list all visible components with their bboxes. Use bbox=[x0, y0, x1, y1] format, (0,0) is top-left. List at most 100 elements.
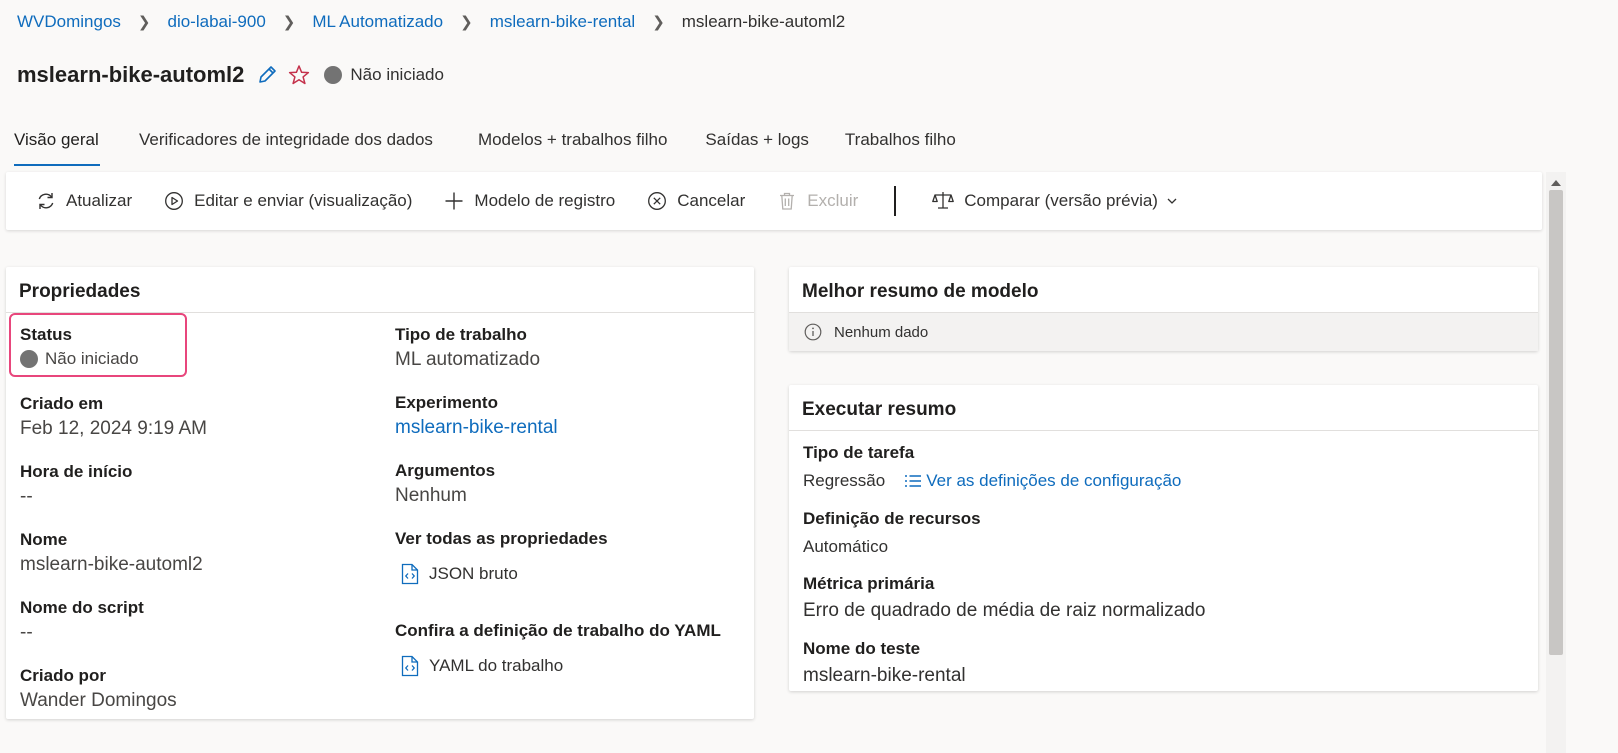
job-yaml-label: YAML do trabalho bbox=[429, 656, 564, 675]
experiment-name-field: Nome do teste mslearn-bike-rental bbox=[803, 639, 966, 687]
tab-outputs-logs[interactable]: Saídas + logs bbox=[705, 130, 809, 166]
experiment-link[interactable]: mslearn-bike-rental bbox=[395, 417, 558, 439]
task-type-value: Regressão bbox=[803, 471, 886, 490]
all-properties-field: Ver todas as propriedades JSON bruto bbox=[395, 529, 608, 585]
favorite-star-icon[interactable] bbox=[288, 64, 310, 86]
created-by-value: Wander Domingos bbox=[20, 690, 177, 711]
breadcrumb-automl[interactable]: ML Automatizado bbox=[312, 12, 443, 32]
compare-button[interactable]: Comparar (versão prévia) bbox=[932, 191, 1178, 211]
script-name-label: Nome do script bbox=[20, 598, 144, 617]
scrollbar-thumb[interactable] bbox=[1549, 190, 1563, 655]
info-icon bbox=[804, 323, 822, 341]
primary-metric-value: Erro de quadrado de média de raiz normal… bbox=[803, 600, 1206, 621]
resource-field: Definição de recursos Automático bbox=[803, 509, 981, 557]
breadcrumb: WVDomingos ❯ dio-labai-900 ❯ ML Automati… bbox=[17, 11, 845, 33]
arguments-value: Nenhum bbox=[395, 485, 467, 506]
breadcrumb-workspace[interactable]: WVDomingos bbox=[17, 12, 121, 32]
arguments-field: Argumentos Nenhum bbox=[395, 461, 495, 507]
command-bar: Atualizar Editar e enviar (visualização)… bbox=[6, 172, 1542, 230]
start-time-field: Hora de início -- bbox=[20, 462, 132, 508]
experiment-name-value: mslearn-bike-rental bbox=[803, 665, 966, 686]
job-type-value: ML automatizado bbox=[395, 349, 541, 370]
created-field: Criado em Feb 12, 2024 9:19 AM bbox=[20, 394, 207, 440]
plus-icon bbox=[445, 192, 463, 210]
experiment-label: Experimento bbox=[395, 393, 498, 412]
cancel-button[interactable]: Cancelar bbox=[647, 191, 745, 211]
status-dot-icon bbox=[324, 66, 343, 84]
view-config-label: Ver as definições de configuração bbox=[926, 471, 1182, 490]
delete-button[interactable]: Excluir bbox=[777, 191, 858, 211]
status-highlight-box bbox=[9, 313, 187, 377]
run-summary-title: Executar resumo bbox=[789, 385, 1538, 431]
created-by-field: Criado por Wander Domingos bbox=[20, 666, 177, 712]
properties-title: Propriedades bbox=[6, 267, 754, 313]
page-header: mslearn-bike-automl2 Não iniciado bbox=[17, 62, 444, 88]
name-field: Nome mslearn-bike-automl2 bbox=[20, 530, 203, 576]
breadcrumb-project[interactable]: dio-labai-900 bbox=[168, 12, 266, 32]
arguments-label: Argumentos bbox=[395, 461, 496, 480]
yaml-label: Confira a definição de trabalho do YAML bbox=[395, 621, 721, 640]
cancel-label: Cancelar bbox=[677, 191, 746, 210]
edit-submit-label: Editar e enviar (visualização) bbox=[194, 191, 413, 210]
task-type-field: Tipo de tarefa Regressão Ver as definiçõ… bbox=[803, 443, 1181, 491]
name-value: mslearn-bike-automl2 bbox=[20, 554, 203, 575]
play-circle-icon bbox=[165, 192, 184, 210]
task-type-label: Tipo de tarefa bbox=[803, 443, 915, 462]
tab-child-jobs[interactable]: Trabalhos filho bbox=[845, 130, 956, 166]
primary-metric-field: Métrica primária Erro de quadrado de méd… bbox=[803, 574, 1205, 622]
list-icon bbox=[905, 475, 922, 487]
tab-data-guardrails[interactable]: Verificadores de integridade dos dados bbox=[139, 130, 433, 166]
job-type-label: Tipo de trabalho bbox=[395, 325, 527, 344]
best-model-title: Melhor resumo de modelo bbox=[789, 267, 1538, 313]
page-title: mslearn-bike-automl2 bbox=[17, 62, 245, 87]
run-summary-card: Executar resumo Tipo de tarefa Regressão… bbox=[789, 385, 1538, 691]
edit-submit-button[interactable]: Editar e enviar (visualização) bbox=[164, 191, 412, 211]
experiment-field: Experimento mslearn-bike-rental bbox=[395, 393, 558, 439]
refresh-button[interactable]: Atualizar bbox=[36, 191, 132, 211]
refresh-label: Atualizar bbox=[66, 191, 133, 210]
tab-models-child-jobs[interactable]: Modelos + trabalhos filho bbox=[478, 130, 667, 166]
resource-value: Automático bbox=[803, 537, 889, 556]
script-name-value: -- bbox=[20, 622, 33, 643]
created-label: Criado em bbox=[20, 394, 104, 413]
edit-pencil-icon[interactable] bbox=[256, 64, 278, 86]
chevron-right-icon: ❯ bbox=[282, 14, 296, 31]
compare-label: Comparar (versão prévia) bbox=[964, 191, 1158, 210]
created-by-label: Criado por bbox=[20, 666, 106, 685]
code-file-icon bbox=[401, 563, 419, 585]
no-data-label: Nenhum dado bbox=[834, 323, 929, 341]
breadcrumb-current: mslearn-bike-automl2 bbox=[681, 12, 846, 31]
tab-overview[interactable]: Visão geral bbox=[14, 130, 100, 166]
all-properties-label: Ver todas as propriedades bbox=[395, 529, 608, 548]
chevron-right-icon: ❯ bbox=[652, 14, 665, 31]
chevron-down-icon bbox=[1167, 198, 1177, 204]
script-name-field: Nome do script -- bbox=[20, 598, 144, 644]
register-model-button[interactable]: Modelo de registro bbox=[444, 191, 615, 211]
raw-json-link[interactable]: JSON bruto bbox=[401, 563, 608, 585]
refresh-icon bbox=[38, 193, 54, 209]
experiment-name-label: Nome do teste bbox=[803, 639, 921, 658]
view-config-link[interactable]: Ver as definições de configuração bbox=[904, 471, 1181, 491]
delete-label: Excluir bbox=[807, 191, 859, 210]
toolbar-divider bbox=[894, 186, 897, 216]
register-model-label: Modelo de registro bbox=[474, 191, 616, 210]
created-value: Feb 12, 2024 9:19 AM bbox=[20, 418, 207, 439]
tab-bar: Visão geral Verificadores de integridade… bbox=[14, 130, 956, 168]
header-status: Não iniciado bbox=[350, 65, 444, 84]
chevron-right-icon: ❯ bbox=[137, 14, 151, 31]
best-model-card: Melhor resumo de modelo Nenhum dado bbox=[789, 267, 1538, 351]
name-label: Nome bbox=[20, 530, 68, 549]
no-data-message: Nenhum dado bbox=[789, 313, 1538, 351]
primary-metric-label: Métrica primária bbox=[803, 574, 935, 593]
yaml-field: Confira a definição de trabalho do YAML … bbox=[395, 621, 721, 677]
resource-label: Definição de recursos bbox=[803, 509, 981, 528]
job-type-field: Tipo de trabalho ML automatizado bbox=[395, 325, 540, 371]
scale-balance-icon bbox=[932, 192, 955, 209]
raw-json-label: JSON bruto bbox=[429, 564, 518, 583]
chevron-right-icon: ❯ bbox=[460, 14, 473, 31]
cancel-circle-icon bbox=[648, 192, 667, 210]
job-yaml-link[interactable]: YAML do trabalho bbox=[401, 655, 721, 677]
trash-icon bbox=[780, 192, 795, 210]
breadcrumb-experiment[interactable]: mslearn-bike-rental bbox=[490, 12, 636, 32]
code-file-icon bbox=[401, 655, 419, 677]
